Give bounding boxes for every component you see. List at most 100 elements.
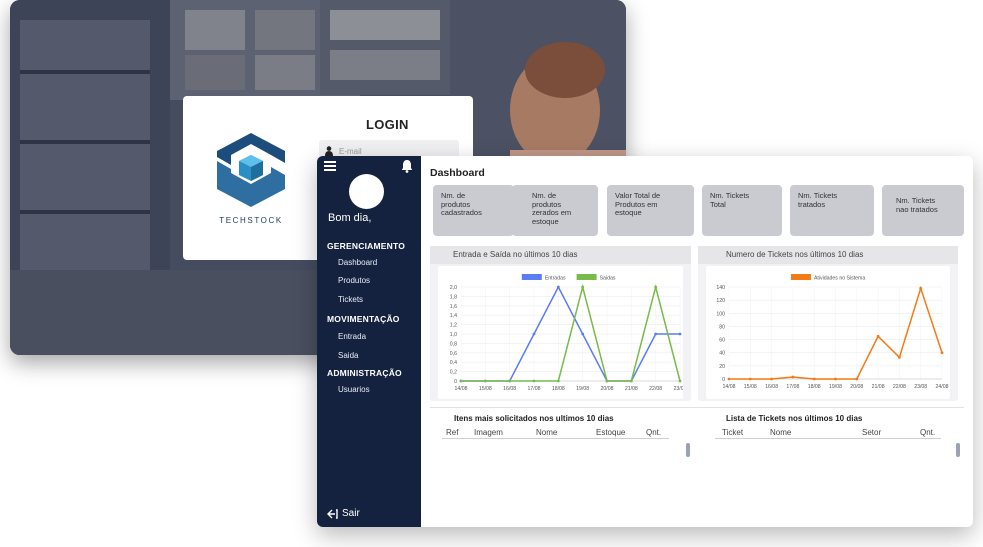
chart-entrada-saida-xtick-label: 17/08 [528, 386, 541, 392]
sidebar: Bom dia, GERENCIAMENTO Dashboard Produto… [317, 156, 421, 527]
chart-entrada-saida-data-point [508, 379, 512, 383]
table-tickets-header-nome: Nome [770, 428, 792, 437]
email-placeholder: E-mail [339, 146, 362, 156]
sidebar-item-usuarios[interactable]: Usuarios [338, 385, 370, 394]
summary-card-2-line-4: estoque [532, 216, 559, 226]
chart-entrada-saida: 0 0,2 0,4 0,6 0,8 1,0 1,2 1,4 1,6 1,8 2,0 14/08 15/0… [438, 266, 683, 399]
chart-tickets-data-point [876, 334, 880, 338]
panel-entrada-saida: Entrada e Saída no últimos 10 dias 0 0,2 0… [430, 246, 691, 401]
chart-entrada-saida-data-point [678, 379, 682, 383]
bell-icon[interactable] [401, 159, 413, 173]
chart-tickets-xtick-label: 20/08 [850, 384, 863, 390]
logout-label: Sair [342, 508, 360, 519]
chart-entrada-saida-ytick-label: 1,0 [450, 332, 457, 338]
chart-entrada-saida-data-point [581, 332, 585, 336]
chart-entrada-saida-data-point [556, 285, 560, 289]
chart-entrada-saida-data-point [556, 379, 560, 383]
chart-tickets-data-point [898, 355, 901, 359]
chart-entrada-saida-legend-label: Saidas [600, 276, 616, 282]
chart-entrada-saida-ytick-label: 1,6 [450, 304, 457, 310]
chart-tickets-legend-label: Atividades no Sistema [814, 276, 865, 282]
chart-tickets-xtick-label: 21/08 [872, 384, 885, 390]
chart-tickets-data-point [855, 377, 859, 381]
chart-entrada-saida-xtick-label: 22/08 [649, 386, 662, 392]
chart-entrada-saida-ytick-label: 1,4 [450, 313, 457, 319]
table-tickets-scrollbar[interactable] [956, 443, 960, 457]
chart-tickets-xtick-label: 17/08 [786, 384, 799, 390]
avatar[interactable] [349, 174, 384, 209]
chart-tickets: 0 20 40 60 80 100 120 140 14/08 15/08 16/08 17/08 18… [706, 266, 950, 399]
chart-tickets-data-point [791, 375, 795, 379]
chart-entrada-saida-ytick-label: 0,6 [450, 351, 457, 357]
chart-entrada-saida-xtick-label: 23/08 [674, 386, 683, 392]
logout-button[interactable]: Sair [327, 508, 360, 519]
summary-card-1-line-3: cadastrados [441, 208, 482, 218]
summary-card-3-line-3: estoque [615, 208, 642, 218]
table-itens-header-line [442, 438, 669, 439]
techstock-logo-icon [217, 133, 285, 207]
chart-entrada-saida-legend-swatch [521, 274, 542, 280]
sidebar-item-saida[interactable]: Saida [338, 351, 358, 360]
table-itens-header-nome: Nome [536, 428, 558, 437]
chart-tickets-data-point [770, 377, 773, 381]
login-title: LOGIN [366, 117, 409, 132]
chart-tickets-xtick-label: 15/08 [744, 384, 757, 390]
chart-entrada-saida-data-point [483, 379, 487, 383]
chart-tickets-xtick-label: 16/08 [765, 384, 778, 390]
chart-tickets-legend-swatch [790, 274, 811, 280]
chart-entrada-saida-data-point [532, 332, 536, 336]
summary-card-5: Nm. Tickets tratados [790, 185, 874, 236]
chart-tickets-xtick-label: 24/08 [936, 384, 949, 390]
table-tickets-header-qnt: Qnt. [920, 428, 936, 437]
chart-entrada-saida-xtick-label: 14/08 [455, 386, 468, 392]
chart-tickets-xtick-label: 18/08 [808, 384, 821, 390]
table-tickets-header-line [715, 438, 941, 439]
section-movimentacao: MOVIMENTAÇÃO [327, 314, 400, 324]
table-itens-header-ref: Ref [446, 428, 459, 437]
chart-tickets-data-point [940, 351, 944, 355]
chart-tickets-data-point [919, 286, 923, 290]
greeting: Bom dia, [328, 212, 372, 224]
table-itens-scrollbar[interactable] [686, 443, 690, 457]
sidebar-item-produtos[interactable]: Produtos [338, 276, 370, 285]
chart-entrada-saida-data-point [678, 332, 682, 336]
chart-entrada-saida-legend-swatch [576, 274, 597, 280]
chart-entrada-saida-data-point [654, 332, 658, 336]
chart-entrada-saida-data-point [581, 285, 585, 289]
chart-entrada-saida-xtick-label: 20/08 [601, 386, 614, 392]
chart-entrada-saida-ytick-label: 1,2 [450, 323, 457, 329]
chart-tickets-xtick-label: 14/08 [723, 384, 736, 390]
sidebar-item-tickets[interactable]: Tickets [338, 295, 363, 304]
summary-card-5-line-2: tratados [798, 199, 826, 209]
panel-tickets: Numero de Tickets nos últimos 10 dias 0 2… [698, 246, 958, 401]
chart-entrada-saida-data-point [532, 379, 536, 383]
section-gerenciamento: GERENCIAMENTO [327, 241, 406, 251]
table-tickets-header-setor: Setor [862, 428, 882, 437]
chart-entrada-saida-data-point [605, 379, 609, 383]
sidebar-item-entrada[interactable]: Entrada [338, 332, 366, 341]
chart-entrada-saida-data-point [654, 285, 658, 289]
chart-entrada-saida-data-point [629, 379, 633, 383]
section-administracao: ADMINISTRAÇÃO [327, 368, 402, 378]
table-tickets-title: Lista de Tickets nos últimos 10 dias [726, 414, 863, 423]
chart-tickets-data-point [812, 377, 816, 381]
brand-name: TECHSTOCK [219, 216, 283, 225]
sidebar-item-dashboard[interactable]: Dashboard [338, 258, 377, 267]
user-icon [325, 146, 333, 156]
section-divider [430, 407, 964, 408]
chart-tickets-data-point [727, 377, 731, 381]
screenshot-stage: TECHSTOCK LOGIN E-mail Bom dia, GERENCIA… [0, 0, 983, 547]
chart-tickets-ytick-label: 20 [719, 364, 725, 370]
chart-entrada-saida-legend-label: Entradas [545, 276, 566, 282]
chart-tickets-ytick-label: 120 [716, 298, 725, 304]
chart-entrada-saida-ytick-label: 0,8 [450, 341, 457, 347]
chart-entrada-saida-ytick-label: 0,4 [450, 360, 457, 366]
chart-tickets-ytick-label: 100 [716, 311, 725, 317]
chart-entrada-saida-xtick-label: 19/08 [576, 386, 589, 392]
panel-entrada-saida-title: Entrada e Saída no últimos 10 dias [430, 246, 691, 264]
chart-tickets-xtick-label: 23/08 [914, 384, 927, 390]
chart-tickets-ytick-label: 0 [722, 377, 725, 383]
hamburger-menu-icon[interactable] [324, 161, 336, 171]
summary-card-6: Nm. Tickets nao tratados [882, 185, 964, 236]
summary-card-3: Valor Total de Produtos em estoque [607, 185, 694, 236]
